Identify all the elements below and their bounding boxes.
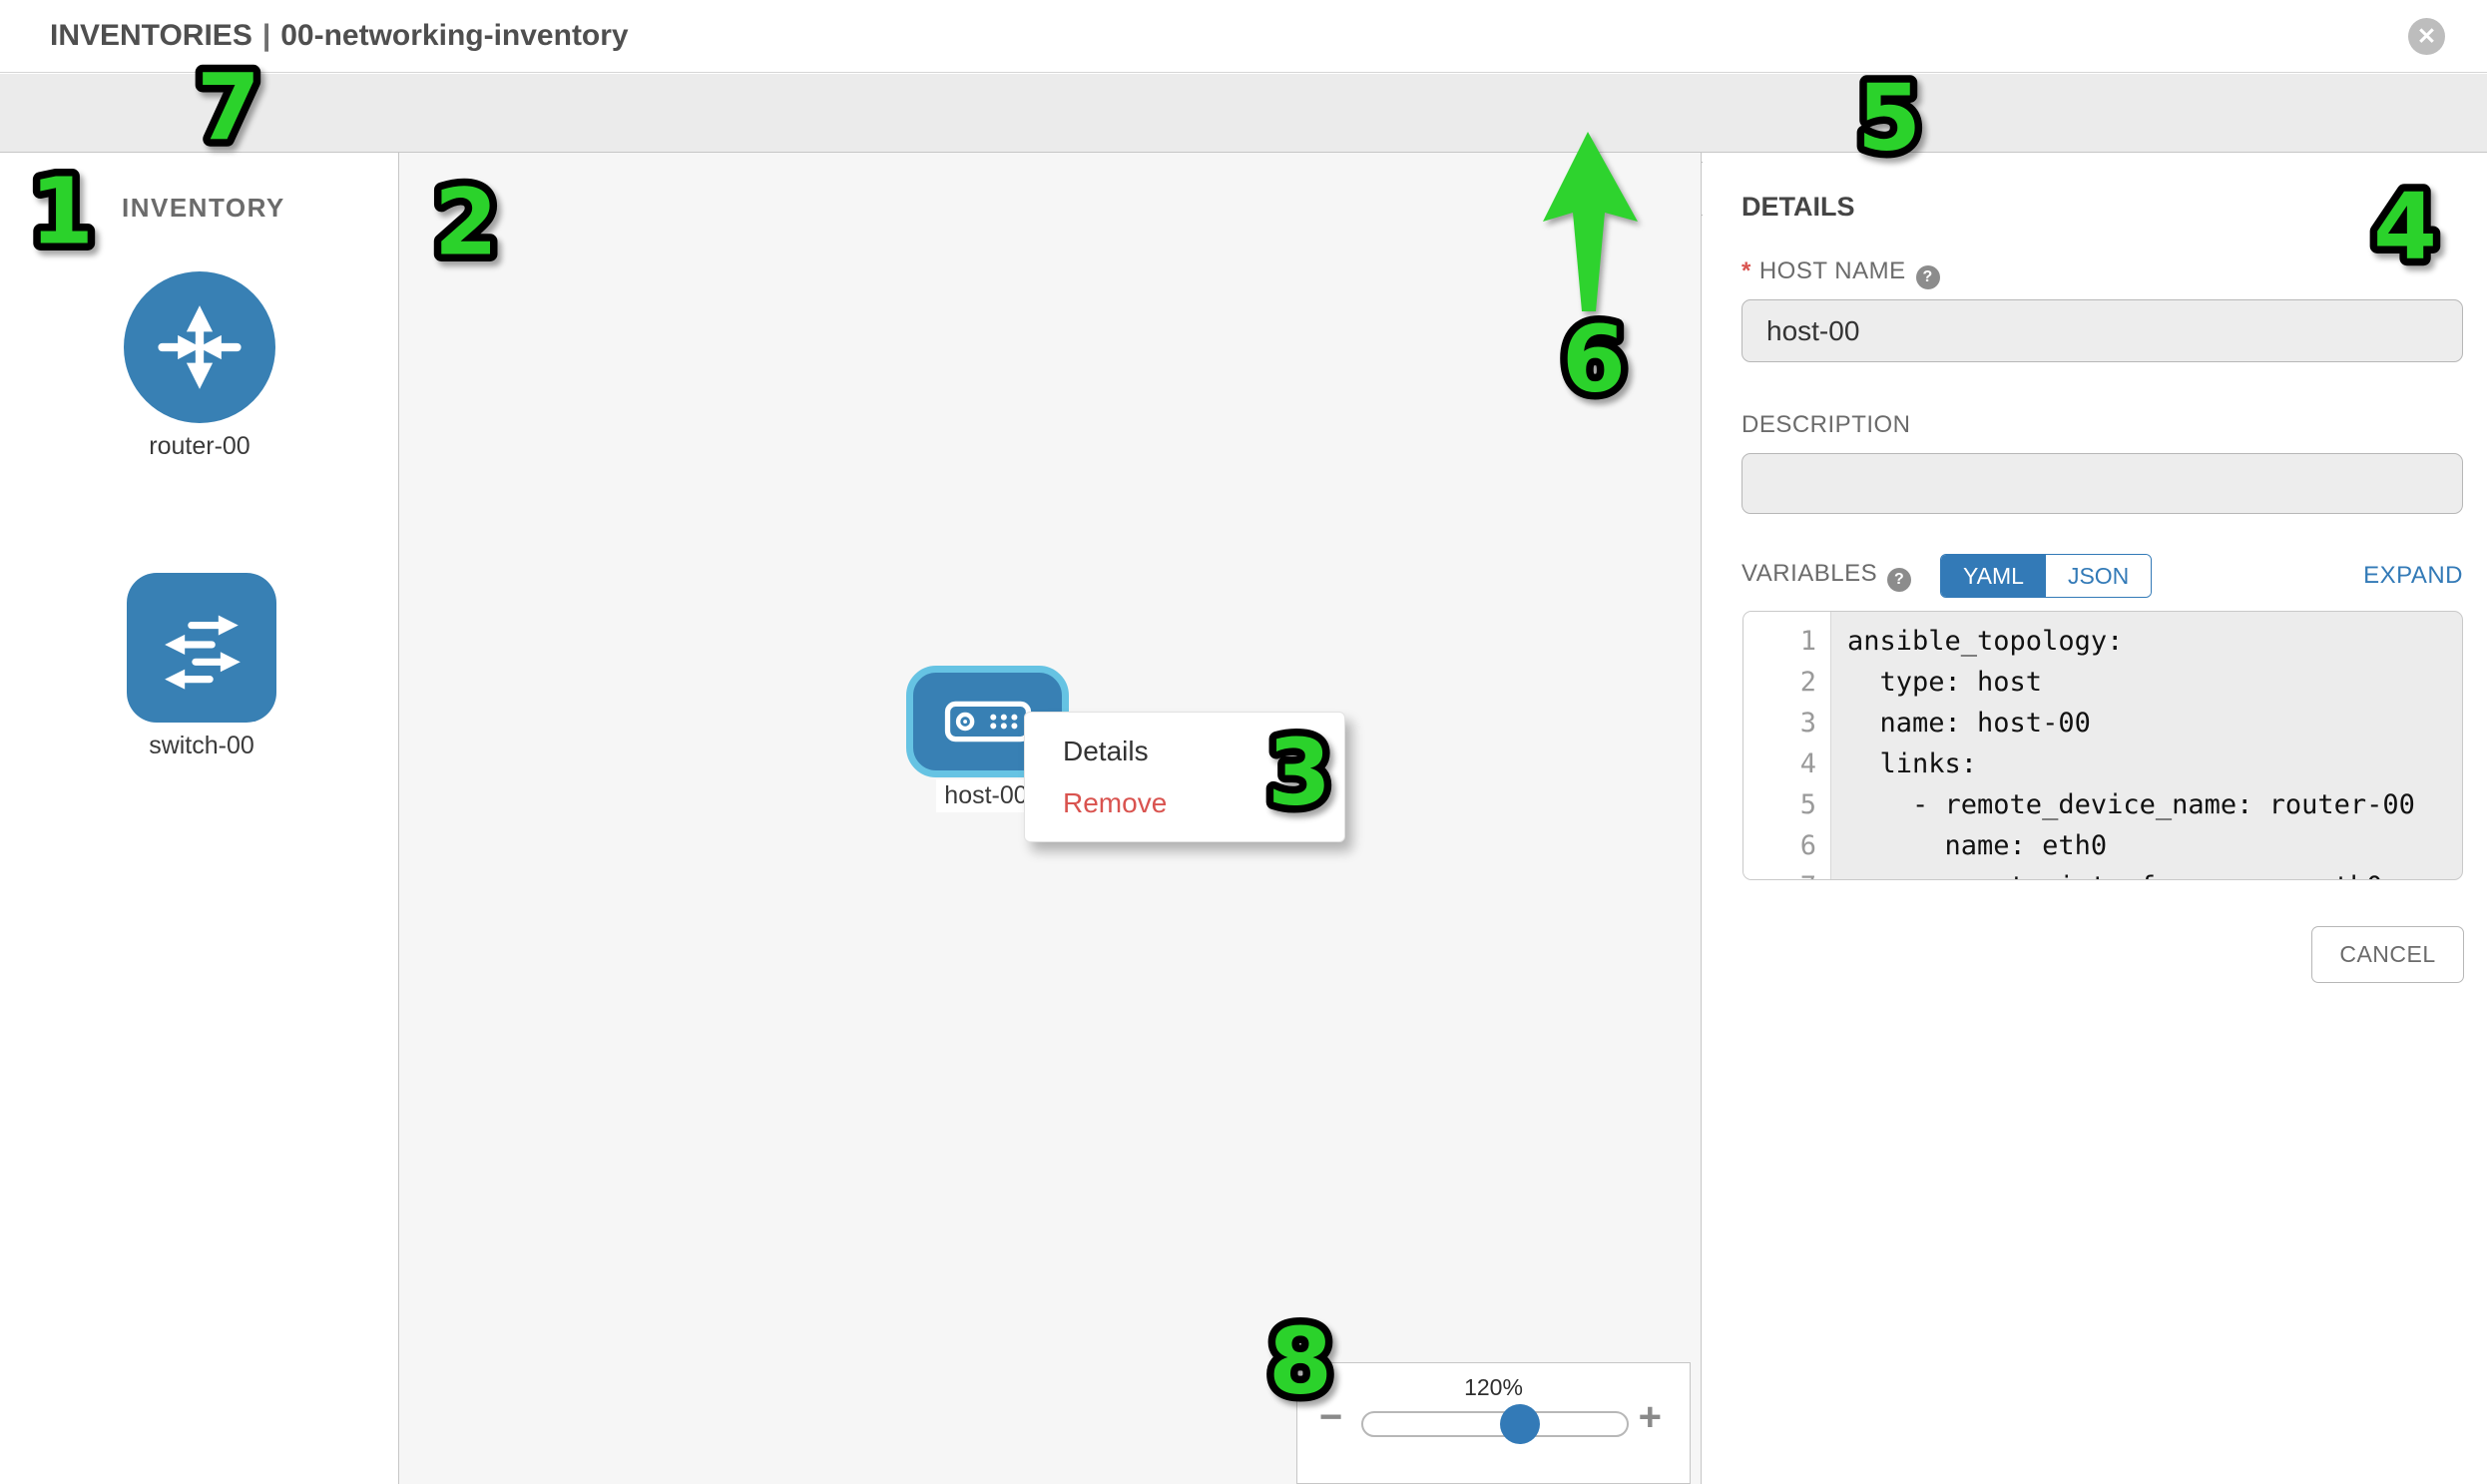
host-name-input[interactable]	[1741, 299, 2463, 362]
inventory-topology-app: INVENTORIES|00-networking-inventory ✕ AC…	[0, 0, 2487, 1484]
zoom-in-button[interactable]: +	[1639, 1397, 1662, 1437]
close-icon: ✕	[2417, 23, 2436, 50]
code-line: - remote_device_name: router-00	[1847, 784, 2462, 825]
yaml-tab[interactable]: YAML	[1941, 555, 2046, 597]
zoom-slider-handle[interactable]	[1500, 1404, 1540, 1444]
help-icon[interactable]: ?	[1887, 568, 1911, 592]
zoom-out-button[interactable]: −	[1319, 1397, 1342, 1437]
help-icon[interactable]: ?	[1916, 265, 1940, 289]
switch-icon	[127, 573, 276, 723]
code-line: links:	[1847, 743, 2462, 784]
description-input[interactable]	[1741, 453, 2463, 514]
details-panel: DETAILS * HOST NAME? DESCRIPTION VARIABLE…	[1703, 153, 2487, 1484]
host-name-label-row: * HOST NAME?	[1741, 257, 1940, 289]
switch-label: switch-00	[149, 732, 254, 760]
breadcrumb-section: INVENTORIES	[50, 19, 252, 52]
host-icon	[944, 699, 1032, 744]
code-content: ansible_topology: type: host name: host-…	[1831, 612, 2462, 879]
details-title: DETAILS	[1741, 192, 1855, 223]
sidebar-item-router[interactable]: router-00	[124, 271, 275, 461]
zoom-control-panel: 120% − +	[1296, 1362, 1691, 1484]
code-line: type: host	[1847, 662, 2462, 703]
host-node-label: host-00	[936, 779, 1036, 812]
variables-format-toggle: YAML JSON	[1940, 554, 2152, 598]
cancel-button[interactable]: CANCEL	[2311, 926, 2464, 983]
variables-label: VARIABLES	[1741, 560, 1877, 587]
zoom-level-label: 120%	[1297, 1374, 1690, 1401]
toolbar: ACTIONS SEARCH	[0, 74, 2487, 153]
zoom-slider-track[interactable]	[1361, 1411, 1629, 1437]
header: INVENTORIES|00-networking-inventory ✕	[0, 0, 2487, 73]
router-icon	[124, 271, 275, 423]
node-context-menu: Details Remove	[1024, 712, 1345, 842]
menu-item-remove[interactable]: Remove	[1025, 777, 1344, 829]
router-label: router-00	[149, 432, 249, 461]
sidebar-item-switch[interactable]: switch-00	[127, 573, 276, 760]
code-line: ansible_topology:	[1847, 621, 2462, 662]
code-line: name: eth0	[1847, 825, 2462, 866]
menu-item-details[interactable]: Details	[1025, 726, 1344, 777]
host-name-label: HOST NAME	[1759, 257, 1906, 284]
description-label: DESCRIPTION	[1741, 411, 1911, 439]
line-number-gutter: 1 2 3 4 5 6 7	[1743, 612, 1831, 879]
variables-label-row: VARIABLES?	[1741, 560, 1911, 604]
inventory-name: 00-networking-inventory	[280, 19, 628, 52]
expand-link[interactable]: EXPAND	[2363, 562, 2463, 590]
inventory-heading: INVENTORY	[122, 193, 285, 224]
variables-code-editor[interactable]: 1 2 3 4 5 6 7 ansible_topology: type: ho…	[1742, 611, 2463, 880]
json-tab[interactable]: JSON	[2046, 555, 2151, 597]
page-title: INVENTORIES|00-networking-inventory	[50, 19, 629, 53]
close-button[interactable]: ✕	[2408, 18, 2445, 55]
code-line: remote_interface_name: eth0	[1847, 866, 2462, 880]
required-asterisk: *	[1741, 257, 1751, 284]
breadcrumb-separator: |	[252, 19, 280, 52]
code-line: name: host-00	[1847, 703, 2462, 743]
